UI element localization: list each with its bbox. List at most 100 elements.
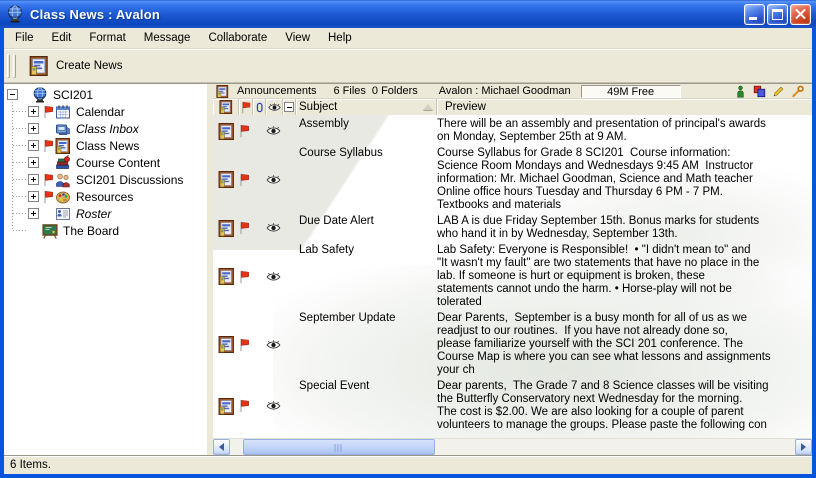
message-subject: Special Event xyxy=(296,380,437,432)
column-preview[interactable]: Preview xyxy=(437,99,812,115)
news-icon xyxy=(218,268,235,285)
eye-icon xyxy=(266,401,281,411)
message-preview: LAB A is due Friday September 15th. Bonu… xyxy=(437,215,812,241)
thumb-grip-icon xyxy=(335,444,344,452)
paperclip-icon xyxy=(254,101,265,114)
minimize-button[interactable] xyxy=(744,4,765,25)
menu-collaborate[interactable]: Collaborate xyxy=(199,29,276,48)
tree-item-calendar[interactable]: Calendar xyxy=(4,103,207,120)
tree-item-the-board[interactable]: The Board xyxy=(4,222,207,239)
message-preview: Dear Parents, September is a busy month … xyxy=(437,312,812,377)
menu-bar: File Edit Format Message Collaborate Vie… xyxy=(4,28,812,49)
eye-icon xyxy=(268,103,281,112)
expand-box-icon[interactable] xyxy=(28,157,39,168)
message-row[interactable]: Due Date Alert LAB A is due Friday Septe… xyxy=(213,212,812,241)
eye-icon xyxy=(266,175,281,185)
expand-box-icon[interactable] xyxy=(28,208,39,219)
create-news-button[interactable]: Create News xyxy=(26,53,131,79)
menu-help[interactable]: Help xyxy=(319,29,361,48)
flag-icon xyxy=(239,173,250,187)
column-subject[interactable]: Subject xyxy=(296,99,437,115)
message-row[interactable]: Special Event Dear parents, The Grade 7 … xyxy=(213,377,812,432)
panel-header: Announcements 6 Files 0 Folders Avalon :… xyxy=(213,84,812,99)
news-icon xyxy=(29,56,49,76)
flag-icon xyxy=(239,399,250,413)
message-row[interactable]: September Update Dear Parents, September… xyxy=(213,309,812,377)
column-read-status[interactable] xyxy=(266,99,283,115)
menu-edit[interactable]: Edit xyxy=(43,29,81,48)
message-row[interactable]: Assembly There will be an assembly and p… xyxy=(213,115,812,144)
tree-item-class-inbox[interactable]: Class Inbox xyxy=(4,120,207,137)
key-pen-icon[interactable] xyxy=(791,85,804,98)
tree-item-class-news[interactable]: Class News xyxy=(4,137,207,154)
maximize-button[interactable] xyxy=(767,4,788,25)
toolbar: Create News xyxy=(4,49,812,83)
files-count: 6 Files xyxy=(334,85,366,97)
resources-icon xyxy=(55,189,71,205)
news-icon xyxy=(218,336,235,353)
tree-item-label: Class Inbox xyxy=(74,122,141,136)
flag-icon xyxy=(43,173,54,187)
menu-view[interactable]: View xyxy=(276,29,319,48)
inbox-icon xyxy=(55,121,71,137)
window-controls xyxy=(744,4,811,25)
menu-file[interactable]: File xyxy=(6,29,43,48)
flag-icon xyxy=(239,338,250,352)
expand-box-icon[interactable] xyxy=(28,140,39,151)
menu-message[interactable]: Message xyxy=(135,29,200,48)
menu-format[interactable]: Format xyxy=(80,29,134,48)
conference-tree: SCI201 Calendar Class Inbox xyxy=(4,83,207,455)
tree-item-roster[interactable]: Roster xyxy=(4,205,207,222)
sort-ascending-icon xyxy=(423,104,433,110)
tree-item-label: Class News xyxy=(74,139,141,153)
scrollbar-thumb[interactable] xyxy=(243,439,435,455)
free-space-indicator: 49M Free xyxy=(581,85,681,98)
flag-icon xyxy=(239,124,250,138)
tree-item-sci201[interactable]: SCI201 xyxy=(4,86,207,103)
message-subject: Assembly xyxy=(296,118,437,144)
expand-box-icon[interactable] xyxy=(28,191,39,202)
news-icon xyxy=(219,100,233,114)
message-row[interactable]: Course Syllabus Course Syllabus for Grad… xyxy=(213,144,812,212)
close-button[interactable] xyxy=(790,4,811,25)
subject-header-label: Subject xyxy=(299,101,337,113)
overlapping-squares-icon[interactable] xyxy=(753,85,766,98)
pencil-icon[interactable] xyxy=(772,85,785,98)
message-preview: Dear parents, The Grade 7 and 8 Science … xyxy=(437,380,812,432)
news-icon xyxy=(55,138,71,154)
expand-box-icon[interactable] xyxy=(28,106,39,117)
message-preview: Lab Safety: Everyone is Responsible! • "… xyxy=(437,244,812,309)
globe-icon xyxy=(32,87,48,103)
message-row[interactable]: Lab Safety Lab Safety: Everyone is Respo… xyxy=(213,241,812,309)
tree-item-discussions[interactable]: SCI201 Discussions xyxy=(4,171,207,188)
scroll-right-button[interactable] xyxy=(795,439,812,455)
panel-title: Announcements xyxy=(237,85,317,97)
toolbar-grip[interactable] xyxy=(7,54,10,78)
flag-icon xyxy=(43,105,54,119)
person-icon[interactable] xyxy=(734,85,747,98)
tree-item-label: Course Content xyxy=(74,156,162,170)
eye-icon xyxy=(266,223,281,233)
flag-icon xyxy=(239,270,250,284)
expand-box-icon[interactable] xyxy=(28,123,39,134)
toolbar-grip[interactable] xyxy=(13,54,16,78)
tree-item-course-content[interactable]: Course Content xyxy=(4,154,207,171)
message-subject: Lab Safety xyxy=(296,244,437,309)
tree-item-label: SCI201 Discussions xyxy=(74,173,185,187)
collapse-box-icon[interactable] xyxy=(7,89,18,100)
left-arrow-icon xyxy=(219,443,224,451)
expand-box-icon[interactable] xyxy=(28,174,39,185)
tree-item-resources[interactable]: Resources xyxy=(4,188,207,205)
folders-count: 0 Folders xyxy=(372,85,418,97)
column-item-icon[interactable] xyxy=(213,99,239,115)
tree-item-label: SCI201 xyxy=(51,88,95,102)
column-flag[interactable] xyxy=(239,99,253,115)
collapse-box-icon xyxy=(284,102,294,112)
discussions-icon xyxy=(55,172,71,188)
column-collapse[interactable] xyxy=(283,99,296,115)
maximize-icon xyxy=(772,9,783,20)
scroll-left-button[interactable] xyxy=(213,439,230,455)
title-bar[interactable]: Class News : Avalon xyxy=(0,0,816,28)
scrollbar-track[interactable] xyxy=(230,439,795,455)
column-attachment[interactable] xyxy=(253,99,266,115)
